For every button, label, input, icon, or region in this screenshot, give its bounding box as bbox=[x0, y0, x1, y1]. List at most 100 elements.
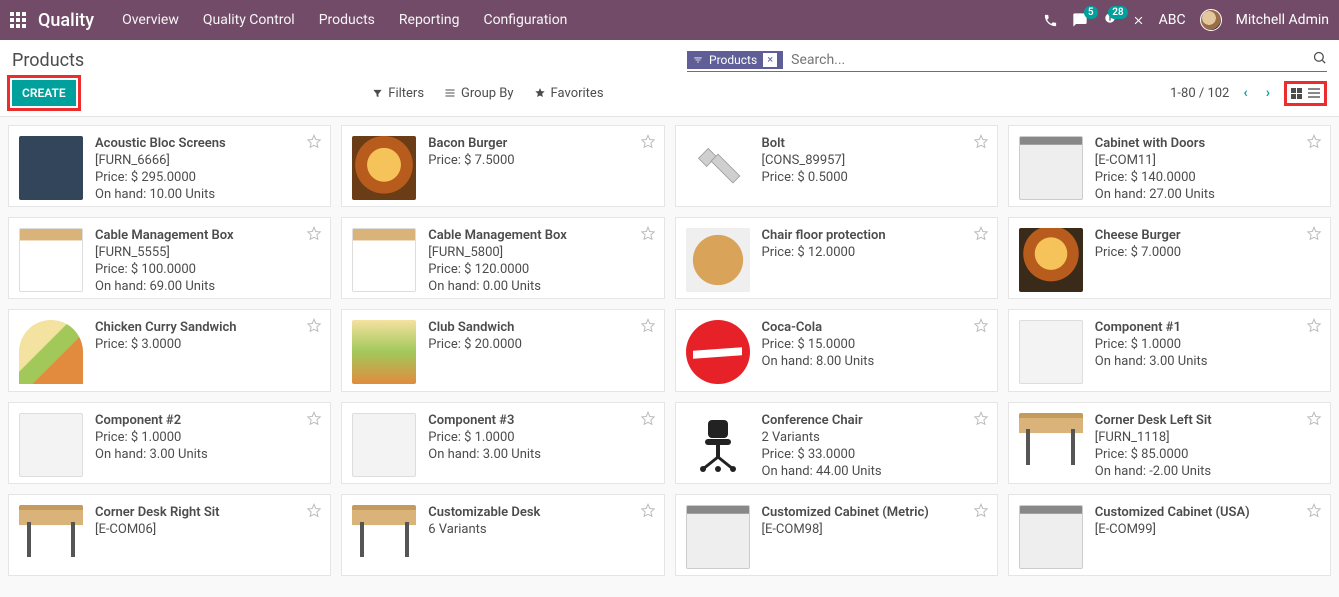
product-title: Coca-Cola bbox=[762, 320, 987, 335]
product-ref: [FURN_5555] bbox=[95, 245, 320, 260]
kanban-view-button[interactable] bbox=[1291, 88, 1302, 99]
product-price: Price: $ 3.0000 bbox=[95, 337, 320, 352]
nav-overview[interactable]: Overview bbox=[122, 12, 179, 28]
favorite-star-icon[interactable] bbox=[306, 134, 322, 154]
topbar-right: 5 28 ABC Mitchell Admin bbox=[1043, 9, 1329, 31]
product-card[interactable]: Cheese BurgerPrice: $ 7.0000 bbox=[1008, 217, 1331, 299]
favorite-star-icon[interactable] bbox=[1306, 503, 1322, 523]
search-input[interactable] bbox=[791, 52, 1306, 68]
pager-prev-icon[interactable]: ‹ bbox=[1239, 85, 1251, 101]
nav-quality-control[interactable]: Quality Control bbox=[203, 12, 295, 28]
search-bar[interactable]: Products × bbox=[687, 48, 1327, 72]
product-card[interactable]: Cable Management Box[FURN_5555]Price: $ … bbox=[8, 217, 331, 299]
product-ref: [FURN_5800] bbox=[428, 245, 653, 260]
phone-icon[interactable] bbox=[1043, 13, 1058, 28]
product-thumbnail bbox=[19, 320, 83, 384]
favorite-star-icon[interactable] bbox=[973, 503, 989, 523]
product-card[interactable]: Chair floor protectionPrice: $ 12.0000 bbox=[675, 217, 998, 299]
product-card[interactable]: Acoustic Bloc Screens[FURN_6666]Price: $… bbox=[8, 125, 331, 207]
product-card[interactable]: Customized Cabinet (USA)[E-COM99] bbox=[1008, 494, 1331, 576]
product-thumbnail bbox=[1019, 505, 1083, 569]
product-card[interactable]: Bolt[CONS_89957]Price: $ 0.5000 bbox=[675, 125, 998, 207]
activity-icon[interactable]: 28 bbox=[1102, 12, 1118, 28]
product-card[interactable]: Corner Desk Left Sit[FURN_1118]Price: $ … bbox=[1008, 402, 1331, 484]
product-card[interactable]: Cable Management Box [FURN_5800] Price: $ … bbox=[341, 217, 664, 299]
nav-configuration[interactable]: Configuration bbox=[483, 12, 567, 28]
favorite-star-icon[interactable] bbox=[973, 134, 989, 154]
highlight-create: CREATE bbox=[12, 80, 76, 106]
product-price: Price: $ 295.0000 bbox=[95, 170, 320, 185]
product-thumbnail bbox=[352, 320, 416, 384]
pager-next-icon[interactable]: › bbox=[1262, 85, 1274, 101]
favorite-star-icon[interactable] bbox=[973, 318, 989, 338]
product-thumbnail bbox=[352, 505, 416, 569]
groupby-dropdown[interactable]: Group By bbox=[444, 86, 514, 101]
product-card[interactable]: Chicken Curry SandwichPrice: $ 3.0000 bbox=[8, 309, 331, 391]
search-chip-products[interactable]: Products × bbox=[687, 51, 783, 69]
product-card[interactable]: Conference Chair2 VariantsPrice: $ 33.00… bbox=[675, 402, 998, 484]
favorite-star-icon[interactable] bbox=[1306, 134, 1322, 154]
product-card[interactable]: Customized Cabinet (Metric)[E-COM98] bbox=[675, 494, 998, 576]
product-price: Price: $ 20.0000 bbox=[428, 337, 653, 352]
product-card[interactable]: Coca-ColaPrice: $ 15.0000On hand: 8.00 U… bbox=[675, 309, 998, 391]
product-title: Cheese Burger bbox=[1095, 228, 1320, 243]
product-body: Club SandwichPrice: $ 20.0000 bbox=[428, 320, 653, 380]
favorite-star-icon[interactable] bbox=[640, 318, 656, 338]
nav-products[interactable]: Products bbox=[319, 12, 375, 28]
product-variants: 2 Variants bbox=[762, 430, 987, 445]
favorite-star-icon[interactable] bbox=[306, 411, 322, 431]
product-title: Cable Management Box bbox=[428, 228, 653, 243]
favorite-star-icon[interactable] bbox=[306, 226, 322, 246]
product-card[interactable]: Customizable Desk6 Variants bbox=[341, 494, 664, 576]
product-onhand: On hand: 3.00 Units bbox=[1095, 354, 1320, 369]
product-ref: [FURN_1118] bbox=[1095, 430, 1320, 445]
pager-range[interactable]: 1-80 / 102 bbox=[1170, 86, 1229, 101]
product-price: Price: $ 120.0000 bbox=[428, 262, 653, 277]
view-switcher bbox=[1284, 81, 1327, 106]
favorite-star-icon[interactable] bbox=[640, 503, 656, 523]
product-thumbnail bbox=[352, 228, 416, 292]
close-icon[interactable] bbox=[1132, 14, 1145, 27]
company-switcher[interactable]: ABC bbox=[1159, 12, 1186, 28]
product-thumbnail bbox=[19, 136, 83, 200]
favorite-star-icon[interactable] bbox=[640, 411, 656, 431]
product-body: Component #2Price: $ 1.0000On hand: 3.00… bbox=[95, 413, 320, 473]
user-name[interactable]: Mitchell Admin bbox=[1236, 12, 1329, 28]
nav-reporting[interactable]: Reporting bbox=[399, 12, 460, 28]
product-card[interactable]: Component #1Price: $ 1.0000On hand: 3.00… bbox=[1008, 309, 1331, 391]
product-card[interactable]: Component #3Price: $ 1.0000On hand: 3.00… bbox=[341, 402, 664, 484]
chat-icon[interactable]: 5 bbox=[1072, 12, 1088, 28]
list-view-button[interactable] bbox=[1308, 88, 1320, 98]
favorite-star-icon[interactable] bbox=[1306, 226, 1322, 246]
product-title: Bacon Burger bbox=[428, 136, 653, 151]
product-body: Cable Management Box [FURN_5800] Price: $ … bbox=[428, 228, 653, 288]
create-button[interactable]: CREATE bbox=[12, 80, 76, 106]
favorite-star-icon[interactable] bbox=[973, 411, 989, 431]
favorite-star-icon[interactable] bbox=[640, 134, 656, 154]
avatar[interactable] bbox=[1200, 9, 1222, 31]
product-thumbnail bbox=[1019, 228, 1083, 292]
favorite-star-icon[interactable] bbox=[1306, 318, 1322, 338]
product-onhand: On hand: 3.00 Units bbox=[428, 447, 653, 462]
chip-remove-icon[interactable]: × bbox=[763, 53, 777, 67]
product-card[interactable]: Corner Desk Right Sit[E-COM06] bbox=[8, 494, 331, 576]
product-card[interactable]: Bacon BurgerPrice: $ 7.5000 bbox=[341, 125, 664, 207]
favorite-star-icon[interactable] bbox=[306, 503, 322, 523]
product-body: Corner Desk Right Sit[E-COM06] bbox=[95, 505, 320, 565]
product-card[interactable]: Club SandwichPrice: $ 20.0000 bbox=[341, 309, 664, 391]
filters-dropdown[interactable]: Filters bbox=[372, 86, 424, 101]
favorite-star-icon[interactable] bbox=[973, 226, 989, 246]
product-ref: [FURN_6666] bbox=[95, 153, 320, 168]
product-price: Price: $ 0.5000 bbox=[762, 170, 987, 185]
product-card[interactable]: Cabinet with Doors[E-COM11]Price: $ 140.… bbox=[1008, 125, 1331, 207]
apps-icon[interactable] bbox=[10, 12, 26, 28]
product-card[interactable]: Component #2Price: $ 1.0000On hand: 3.00… bbox=[8, 402, 331, 484]
search-icon[interactable] bbox=[1312, 50, 1327, 69]
favorite-star-icon[interactable] bbox=[306, 318, 322, 338]
app-brand[interactable]: Quality bbox=[38, 10, 94, 31]
favorite-star-icon[interactable] bbox=[640, 226, 656, 246]
favorites-dropdown[interactable]: Favorites bbox=[534, 86, 604, 101]
filters-label: Filters bbox=[388, 86, 424, 101]
favorite-star-icon[interactable] bbox=[1306, 411, 1322, 431]
search-chip-label: Products bbox=[709, 53, 757, 67]
